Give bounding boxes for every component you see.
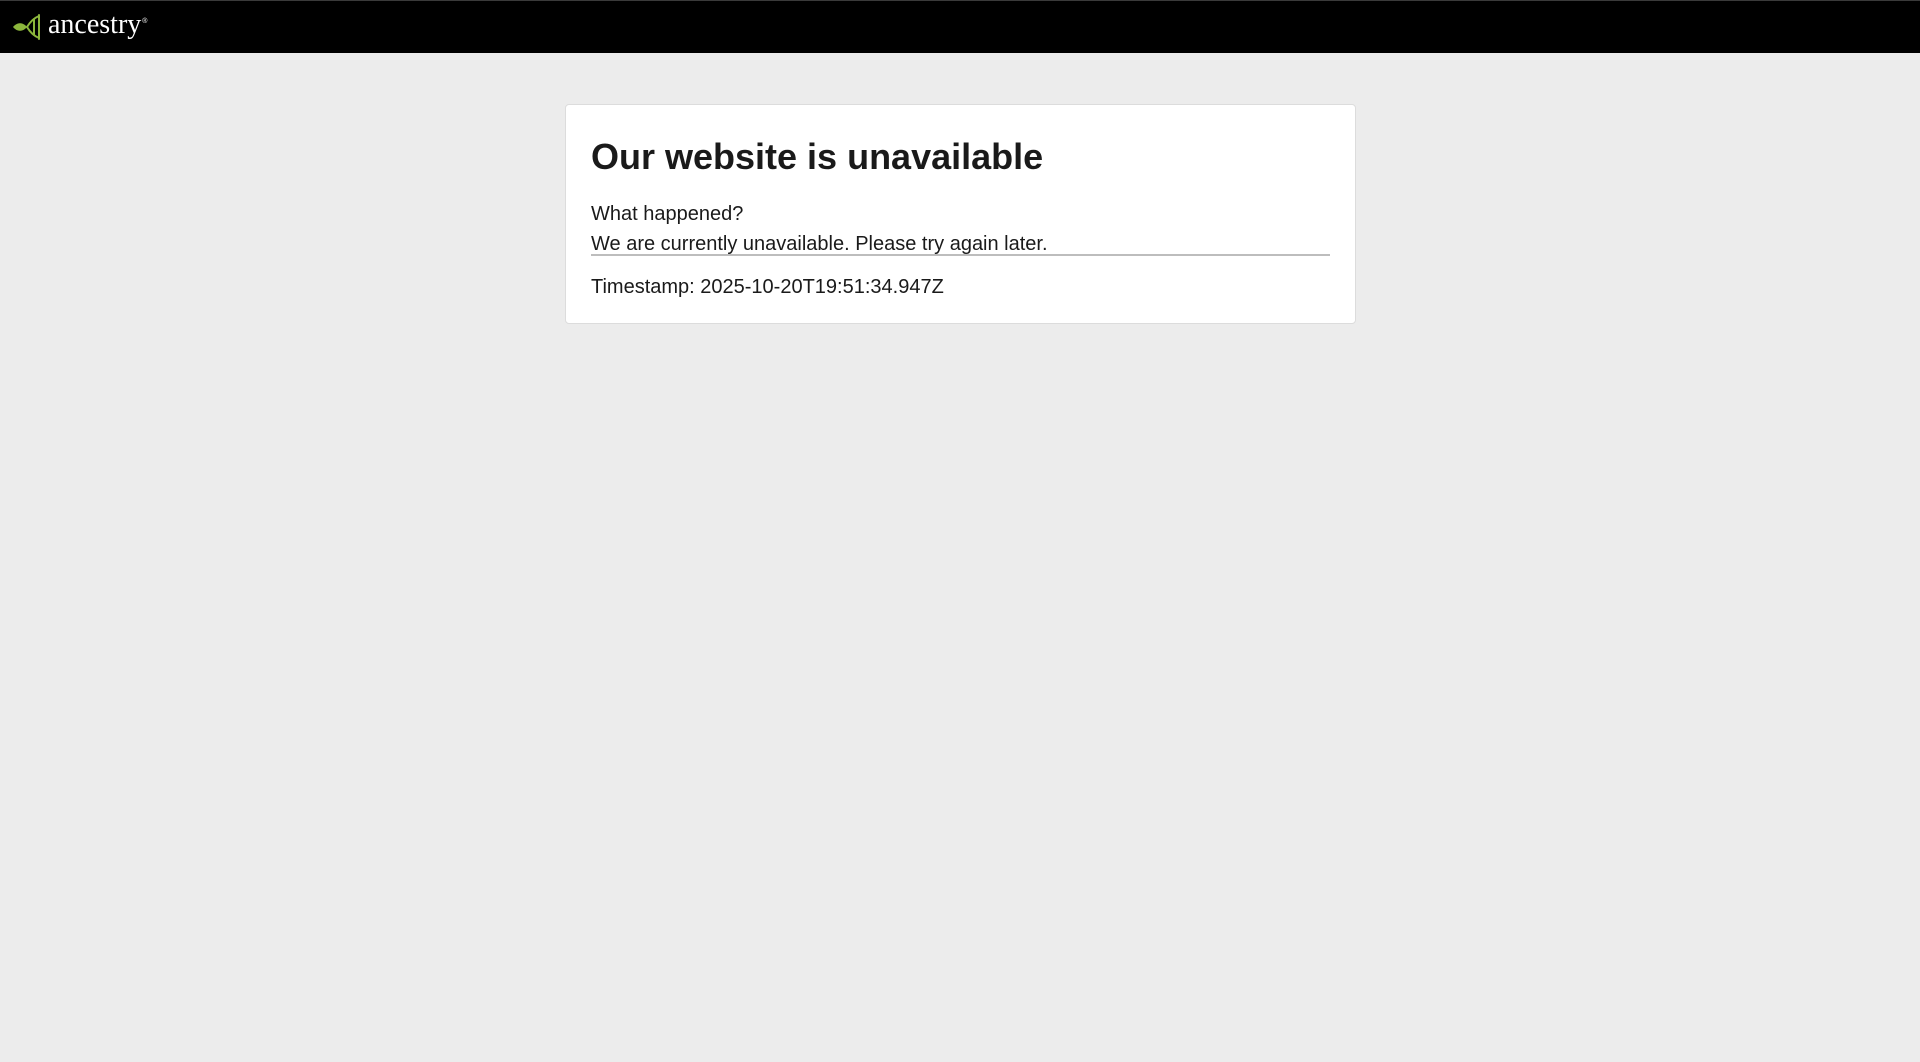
top-bar: ancestry ® <box>0 0 1920 53</box>
logo-wordmark: ancestry <box>48 9 142 40</box>
what-happened-label: What happened? <box>591 203 744 225</box>
leaf-icon <box>13 14 40 40</box>
ancestry-logo[interactable]: ancestry ® <box>12 9 148 42</box>
page-title: Our website is unavailable <box>591 136 1044 177</box>
error-card: Our website is unavailable What happened… <box>565 104 1356 324</box>
logo-trademark: ® <box>142 17 148 25</box>
timestamp: Timestamp: 2025-10-20T19:51:34.947Z <box>591 276 944 298</box>
divider <box>591 254 1330 256</box>
